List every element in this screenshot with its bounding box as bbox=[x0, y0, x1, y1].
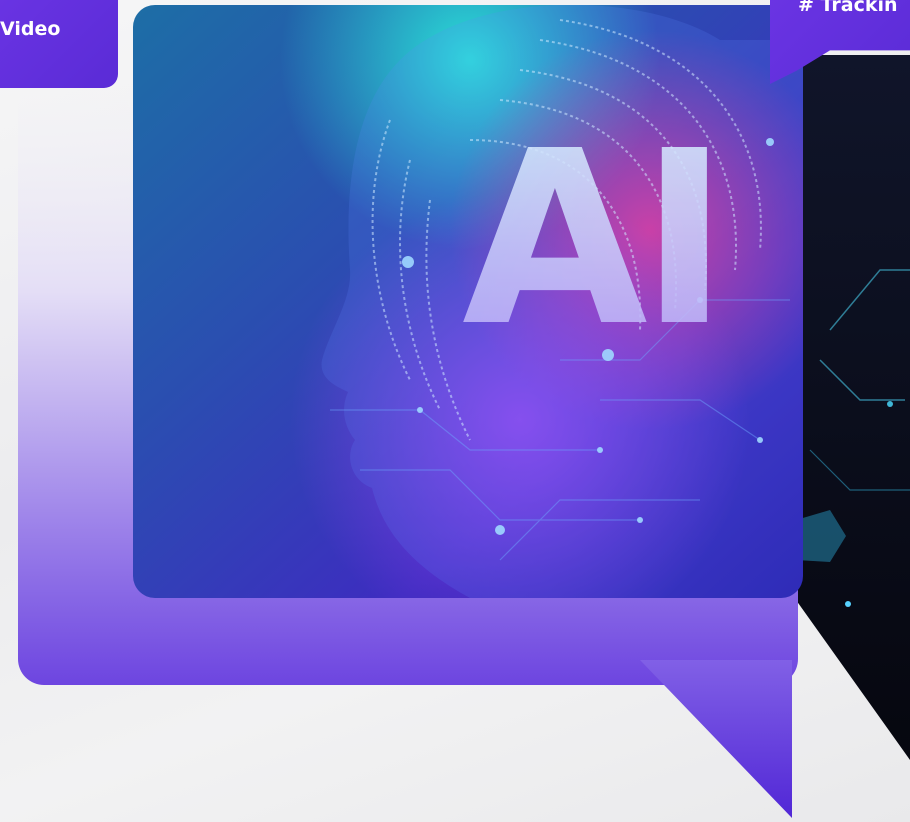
video-tag[interactable]: Video bbox=[0, 0, 118, 88]
hero-illustration: AI bbox=[18, 5, 910, 818]
dark-circuit-panel bbox=[796, 55, 910, 760]
tracking-tag-label: # Trackin bbox=[798, 0, 898, 16]
ai-head-photo: AI bbox=[133, 5, 803, 598]
video-tag-label: Video bbox=[0, 18, 61, 40]
ai-headline-text: AI bbox=[462, 99, 721, 379]
